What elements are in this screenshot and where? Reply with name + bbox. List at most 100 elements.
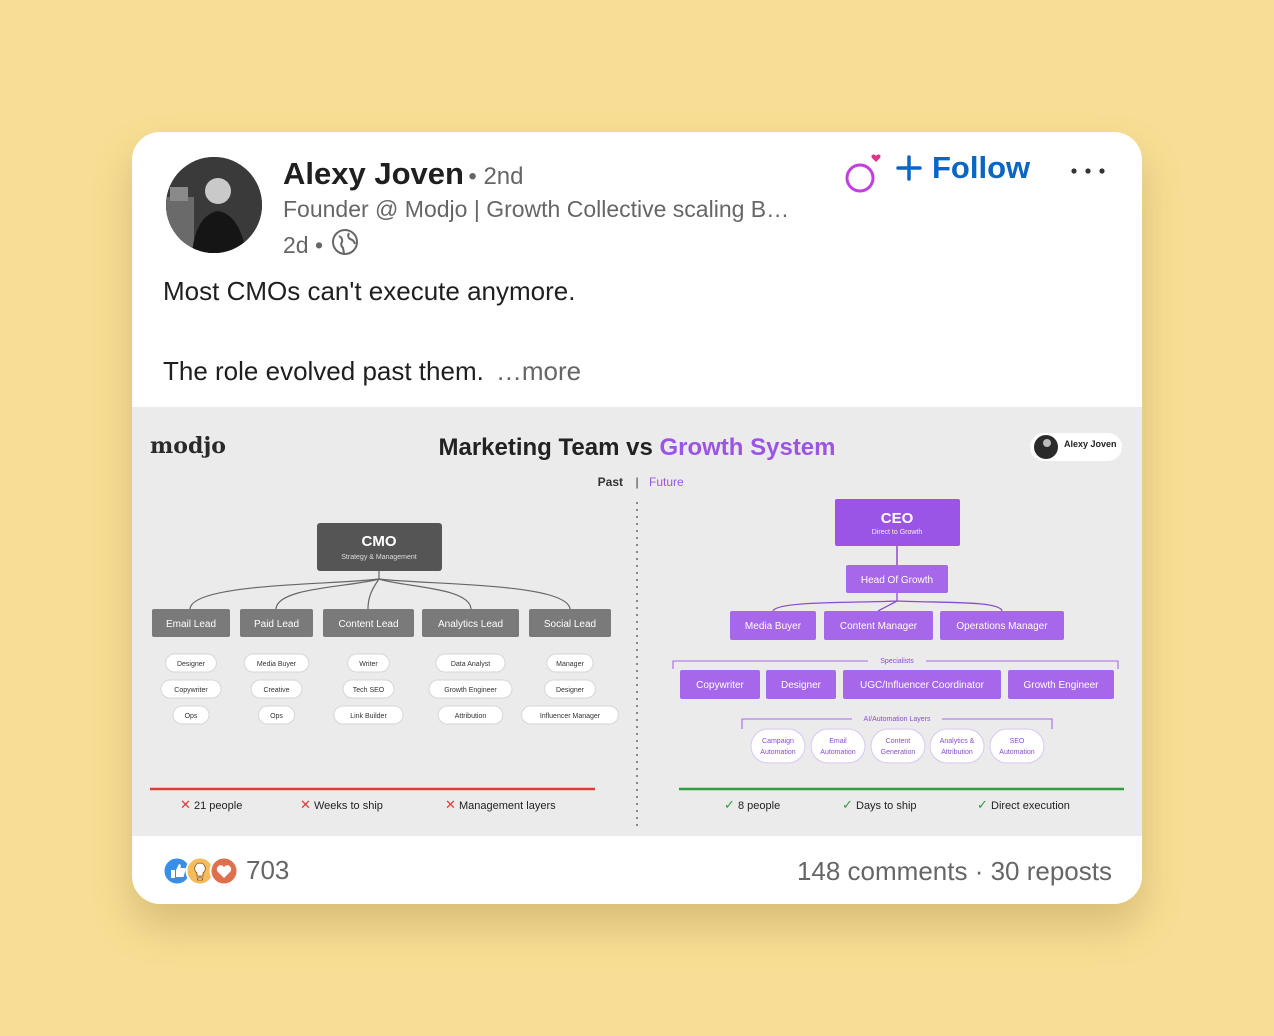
connection-degree: • 2nd [468,163,524,190]
sub-role-label: Designer [556,687,585,694]
ai-pill-line2: Automation [760,749,796,756]
ai-pill-line2: Attribution [941,749,973,756]
sub-role-label: Ops [270,713,283,720]
x-icon: ✕ [445,797,456,812]
specialist-label: Growth Engineer [1023,680,1099,691]
premium-ring-icon [842,152,886,201]
post-text-line-2: The role evolved past them. …more [163,356,581,387]
right-stats: ✓ 8 people ✓ Days to ship ✓ Direct execution [724,797,1070,812]
lead-label: Email Lead [166,619,216,630]
sub-role-label: Link Builder [350,713,387,720]
ai-pill-line2: Automation [820,749,856,756]
ai-pill-line1: Content [886,738,911,745]
sub-role-label: Copywriter [174,687,208,694]
comments-reposts[interactable]: 148 comments · 30 reposts [797,856,1112,887]
follow-label: Follow [932,150,1031,185]
sub-role-label: Ops [185,713,198,720]
infographic-logo: modjo [150,433,226,459]
ceo-label: CEO [881,510,914,527]
manager-label: Operations Manager [956,621,1048,632]
reaction-count: 703 [246,855,290,885]
specialist-label: UGC/Influencer Coordinator [860,680,985,691]
sub-role-label: Writer [359,661,378,668]
sub-role-label: Tech SEO [353,687,385,694]
ai-pills: Campaign Automation Email Automation Content… [750,728,1045,764]
right-stat-label: Direct execution [991,800,1070,812]
insightful-reaction-icon [185,856,215,885]
ai-pill-line1: Email [829,738,847,745]
post-text-line-2-content: The role evolved past them. [163,356,484,386]
ai-pill [989,728,1045,764]
author-name[interactable]: Alexy Joven [283,156,464,191]
reactions-summary[interactable]: 703 [162,855,289,886]
lead-label: Content Lead [338,619,398,630]
specialist-label: Designer [781,680,822,691]
ceo-sublabel: Direct to Growth [872,529,923,536]
manager-boxes: Media Buyer Content Manager Operations Man… [730,611,1064,640]
sub-role-label: Media Buyer [257,661,297,668]
title-part-2: Growth System [659,434,835,461]
ai-pill [870,728,926,764]
author-tag-avatar-face [1043,439,1051,447]
manager-label: Media Buyer [745,621,802,632]
x-icon: ✕ [300,797,311,812]
sub-role-label: Designer [177,661,206,668]
plus-icon [896,155,922,181]
author-tag-avatar [1034,435,1058,459]
sub-role-label: Manager [556,661,584,668]
lead-label: Analytics Lead [438,619,503,630]
sub-role-label: Creative [263,687,289,694]
cmo-sublabel: Strategy & Management [341,554,417,561]
author-name-line: Alexy Joven • 2nd [283,156,524,192]
post-image[interactable]: modjo Marketing Team vs Growth System Al… [132,407,1142,836]
ai-pill [750,728,806,764]
infographic-title: Marketing Team vs Growth System [438,434,835,461]
left-stat-label: Management layers [459,800,556,812]
post-card: Alexy Joven • 2nd Founder @ Modjo | Grow… [132,132,1142,904]
x-icon: ✕ [180,797,191,812]
post-text-line-1: Most CMOs can't execute anymore. [163,276,576,306]
see-more-link[interactable]: …more [496,356,581,386]
post-meta: 2d • [283,228,359,262]
sub-role-label: Data Analyst [451,661,490,668]
love-reaction-icon [209,856,239,885]
ai-pill-line2: Automation [999,749,1035,756]
left-stat-label: Weeks to ship [314,800,383,812]
specialist-label: Copywriter [696,680,744,691]
author-avatar[interactable] [166,157,262,253]
author-tag-name: Alexy Joven [1064,439,1117,449]
ai-pill-line2: Generation [881,749,916,756]
past-future-separator: | [635,475,638,489]
right-stat-label: Days to ship [856,800,917,812]
left-stats: ✕ 21 people ✕ Weeks to ship ✕ Management laye… [180,797,556,812]
lead-label: Paid Lead [254,619,299,630]
specialist-boxes: Copywriter Designer UGC/Influencer Coordin… [680,670,1114,699]
ai-pill-line1: Analytics & [940,738,975,745]
ai-pill-line1: Campaign [762,738,794,745]
check-icon: ✓ [724,797,735,812]
ai-pill [810,728,866,764]
author-headline: Founder @ Modjo | Growth Collective scal… [283,196,790,222]
post-time: 2d • [283,231,324,258]
more-options-icon[interactable] [1070,152,1106,184]
check-icon: ✓ [977,797,988,812]
sub-role-label: Influencer Manager [540,713,601,720]
left-stat-label: 21 people [194,800,242,812]
lead-label: Social Lead [544,619,596,630]
specialists-label: Specialists [880,658,914,665]
title-part-1: Marketing Team vs [438,434,659,461]
sub-role-label: Growth Engineer [444,687,497,694]
check-icon: ✓ [842,797,853,812]
ai-label: AI/Automation Layers [864,716,931,723]
follow-button[interactable]: Follow [896,150,1030,186]
cmo-label: CMO [362,533,397,550]
sub-role-label: Attribution [455,713,487,720]
future-label: Future [649,475,684,489]
head-of-growth-label: Head Of Growth [861,575,933,586]
right-stat-label: 8 people [738,800,780,812]
globe-icon [331,228,359,262]
manager-label: Content Manager [840,621,918,632]
engagement-bar: 703 148 comments · 30 reposts [132,836,1142,904]
ai-pill-line1: SEO [1010,738,1025,745]
ai-pill [929,728,985,764]
